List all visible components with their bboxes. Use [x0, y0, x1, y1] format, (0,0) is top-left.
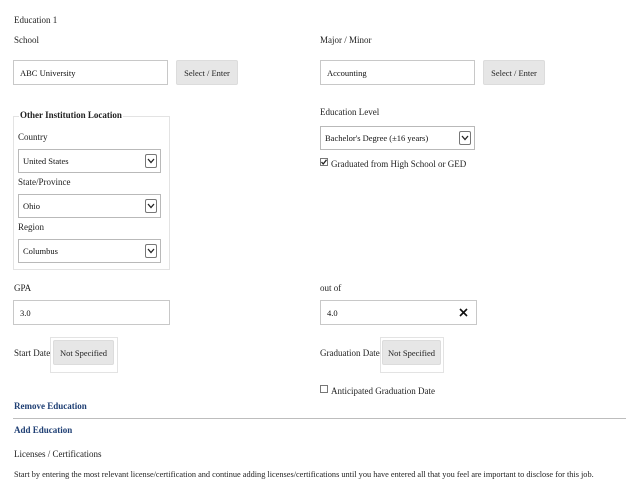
start-date-button[interactable]: Not Specified: [53, 340, 114, 365]
licenses-description: Start by entering the most relevant lice…: [14, 470, 594, 479]
major-select-button[interactable]: Select / Enter: [483, 60, 545, 85]
checkmark-icon: [321, 159, 328, 166]
state-select-value: Ohio: [23, 201, 40, 211]
region-label: Region: [18, 222, 44, 232]
country-select-value: United States: [23, 156, 69, 166]
chevron-down-icon: [459, 131, 471, 145]
chevron-down-icon: [145, 199, 157, 213]
chevron-down-icon: [145, 244, 157, 258]
school-select-button[interactable]: Select / Enter: [176, 60, 238, 85]
add-education-link[interactable]: Add Education: [14, 425, 72, 435]
remove-education-link[interactable]: Remove Education: [14, 401, 87, 411]
chevron-down-icon: [145, 154, 157, 168]
out-of-label: out of: [320, 283, 342, 293]
out-of-value: 4.0: [327, 307, 338, 318]
graduation-date-label: Graduation Date: [320, 348, 380, 358]
education-level-select[interactable]: Bachelor's Degree (±16 years): [320, 126, 475, 150]
out-of-input[interactable]: 4.0: [320, 300, 477, 325]
school-label: School: [14, 35, 40, 45]
graduated-checkbox[interactable]: [320, 158, 328, 166]
licenses-title: Licenses / Certifications: [14, 449, 102, 459]
gpa-label: GPA: [14, 283, 32, 293]
state-label: State/Province: [18, 177, 71, 187]
country-select[interactable]: United States: [18, 149, 161, 173]
close-icon[interactable]: [459, 308, 468, 319]
major-input[interactable]: Accounting: [320, 60, 475, 85]
divider: [13, 418, 626, 419]
education-level-label: Education Level: [320, 107, 380, 117]
anticipated-label: Anticipated Graduation Date: [331, 386, 435, 396]
country-label: Country: [18, 132, 48, 142]
state-select[interactable]: Ohio: [18, 194, 161, 218]
graduated-label: Graduated from High School or GED: [331, 159, 467, 169]
anticipated-checkbox[interactable]: [320, 385, 328, 393]
region-select-value: Columbus: [23, 246, 58, 256]
gpa-input[interactable]: 3.0: [13, 300, 170, 325]
location-title: Other Institution Location: [19, 110, 123, 120]
section-title: Education 1: [14, 15, 58, 25]
region-select[interactable]: Columbus: [18, 239, 161, 263]
school-input[interactable]: ABC University: [13, 60, 168, 85]
start-date-label: Start Date: [14, 348, 51, 358]
education-level-value: Bachelor's Degree (±16 years): [325, 133, 429, 143]
graduation-date-button[interactable]: Not Specified: [382, 340, 441, 365]
major-label: Major / Minor: [320, 35, 372, 45]
